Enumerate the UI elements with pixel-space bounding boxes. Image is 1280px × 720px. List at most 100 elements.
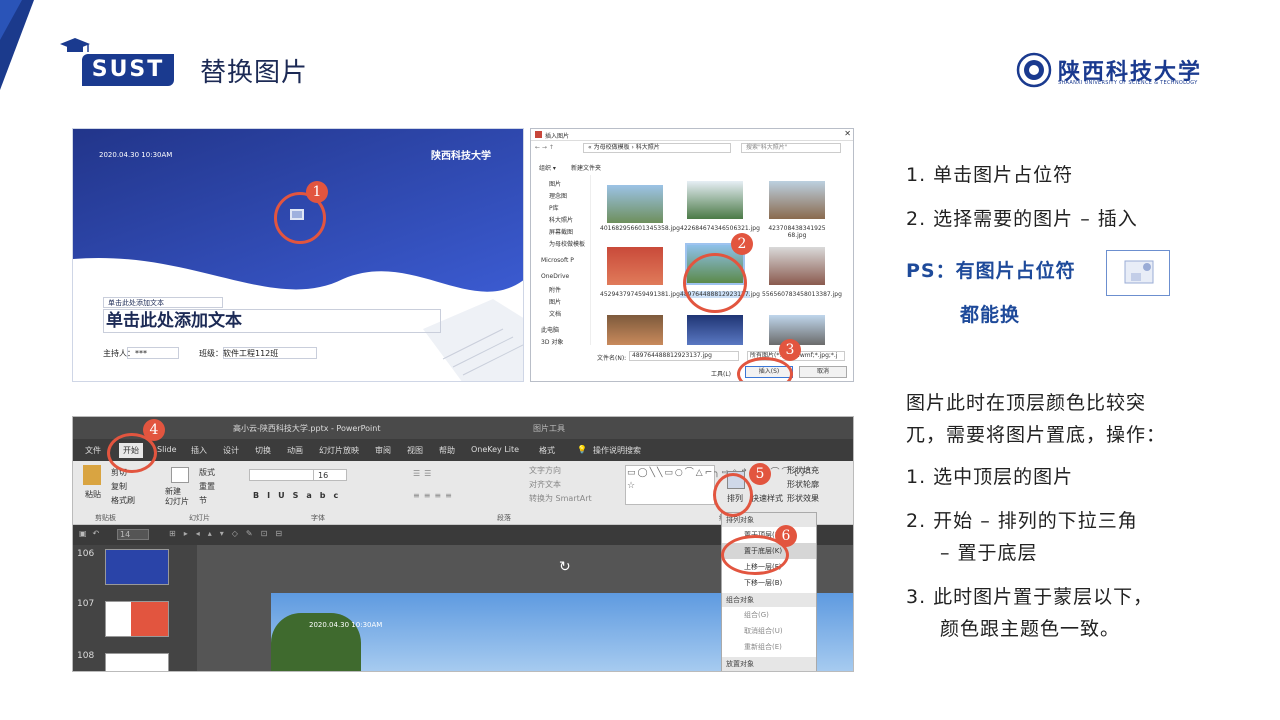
sidebar-item[interactable]: P库 <box>549 203 559 212</box>
menu-item-ungroup[interactable]: 取消组合(U) <box>722 623 816 639</box>
page-title: 替换图片 <box>200 58 309 88</box>
tools-button[interactable]: 工具(L) <box>711 369 731 378</box>
quick-styles-button[interactable]: 快速样式 <box>751 493 783 504</box>
filename-input[interactable]: 489764488812923137.jpg <box>629 351 739 361</box>
image-thumbnail[interactable] <box>769 181 825 219</box>
slide-thumbnail[interactable] <box>105 653 169 671</box>
corner-decoration-light <box>0 0 22 40</box>
toolbar-icons[interactable]: ⊞▸◂▴▾◇✎⊡⊟ <box>169 529 290 538</box>
tab-format[interactable]: 格式 <box>539 445 555 456</box>
slide-thumbnail-pane: 106 107 108 <box>73 545 197 671</box>
image-thumbnail[interactable] <box>607 247 663 285</box>
format-painter-button[interactable]: 格式刷 <box>111 495 135 506</box>
group-label: 剪贴板 <box>95 514 116 522</box>
sidebar-item[interactable]: 科大照片 <box>549 215 573 224</box>
shape-fill-button[interactable]: 形状填充 <box>787 465 819 476</box>
tab-slideshow[interactable]: 幻灯片放映 <box>319 445 359 456</box>
zoom-select[interactable]: 14 <box>117 529 149 540</box>
sidebar-item[interactable]: 附件 <box>549 285 561 294</box>
dialog-sidebar: 图片 理念图 P库 科大照片 屏幕截图 为母校做模板 Microsoft P O… <box>531 175 591 346</box>
instruction-step: 3. 此时图片置于蒙层以下， <box>906 586 1154 608</box>
font-size-select[interactable]: 16 <box>313 469 347 481</box>
tab-slide[interactable]: Slide <box>157 445 177 454</box>
university-logo: 陕西科技大学 SHAANXI UNIVERSITY OF SCIENCE & T… <box>1016 52 1200 92</box>
tab-view[interactable]: 视图 <box>407 445 423 456</box>
class-label: 班级：软件工程112班 <box>199 349 279 358</box>
menu-item-send-backward[interactable]: 下移一层(B) <box>722 575 816 591</box>
sidebar-item[interactable]: 理念图 <box>549 191 567 200</box>
paragraph-line: 兀，需要将图片置底，操作： <box>906 424 1167 446</box>
shape-effects-button[interactable]: 形状效果 <box>787 493 819 504</box>
host-label: 主持人：*** <box>103 349 147 358</box>
search-input[interactable]: 搜索"科大照片" <box>741 143 841 153</box>
tab-design[interactable]: 设计 <box>223 445 239 456</box>
align-text-button[interactable]: 对齐文本 <box>529 479 561 490</box>
file-name: 452943797459491381.jpg <box>600 291 680 298</box>
image-thumbnail[interactable] <box>769 247 825 285</box>
copy-button[interactable]: 复制 <box>111 481 127 492</box>
image-thumbnail[interactable] <box>769 315 825 345</box>
new-folder-button[interactable]: 新建文件夹 <box>571 163 601 172</box>
new-slide-icon[interactable] <box>171 467 189 483</box>
nav-arrows-icon[interactable]: ← → ↑ <box>535 144 554 151</box>
title-placeholder[interactable]: 单击此处添加文本 <box>103 309 441 333</box>
menu-item-regroup[interactable]: 重新组合(E) <box>722 639 816 655</box>
sidebar-item[interactable]: 图片 <box>549 297 561 306</box>
sidebar-item[interactable]: 为母校做模板 <box>549 239 585 248</box>
sidebar-item[interactable]: 3D 对象 <box>541 337 563 346</box>
tell-me-search[interactable]: 操作说明搜索 <box>593 445 641 456</box>
sidebar-item[interactable]: Microsoft P <box>541 257 574 264</box>
sidebar-item[interactable]: OneDrive <box>541 273 569 280</box>
tab-file[interactable]: 文件 <box>85 445 101 456</box>
subtitle-placeholder[interactable]: 单击此处添加文本 <box>103 297 223 308</box>
ppt-title: 高小云-陕西科技大学.pptx - PowerPoint <box>233 424 381 433</box>
slide-logo-text: 陕西科技大学 <box>431 151 491 162</box>
paste-button[interactable]: 粘贴 <box>85 489 101 500</box>
shapes-gallery[interactable]: ▭◯╲╲▭○⌒△⌐╮⇨◇↱⬠⌒⌒⌒{}☆ <box>625 465 806 505</box>
close-icon[interactable]: ✕ <box>844 129 851 138</box>
breadcrumb[interactable]: « 为母校做模板 › 科大照片 <box>583 143 731 153</box>
new-slide-button[interactable]: 新建 幻灯片 <box>165 487 189 507</box>
save-undo-icon[interactable]: ▣↶ <box>79 529 105 538</box>
instruction-step-cont: 颜色跟主题色一致。 <box>940 618 1121 640</box>
shape-outline-button[interactable]: 形状轮廓 <box>787 479 819 490</box>
filename-label: 文件名(N): <box>597 355 627 362</box>
dialog-title: 插入图片 <box>545 133 570 140</box>
smartart-button[interactable]: 转换为 SmartArt <box>529 493 592 504</box>
ps-note-cont: 都能换 <box>960 304 1021 326</box>
organize-button[interactable]: 组织 ▾ <box>539 163 556 172</box>
sidebar-item[interactable]: 屏幕截图 <box>549 227 573 236</box>
lightbulb-icon: 💡 <box>577 445 587 454</box>
paste-icon[interactable] <box>83 465 101 485</box>
slide-template-screenshot: 2020.04.30 10:30AM 陕西科技大学 单击此处添加文本 单击此处添… <box>72 128 524 382</box>
font-style-buttons[interactable]: BIUSabc <box>253 491 346 500</box>
reset-button[interactable]: 重置 <box>199 481 215 492</box>
tab-help[interactable]: 帮助 <box>439 445 455 456</box>
tab-insert[interactable]: 插入 <box>191 445 207 456</box>
slide-thumbnail[interactable] <box>105 549 169 585</box>
image-thumbnail[interactable] <box>607 185 663 223</box>
section-button[interactable]: 节 <box>199 495 207 506</box>
slide-thumbnail[interactable] <box>105 601 169 637</box>
text-direction-button[interactable]: 文字方向 <box>529 465 561 476</box>
align-icon[interactable]: ≡≡≡≡ <box>413 491 456 500</box>
menu-item-group[interactable]: 组合(G) <box>722 607 816 623</box>
cancel-button[interactable]: 取消 <box>799 366 847 378</box>
tab-review[interactable]: 审阅 <box>375 445 391 456</box>
sidebar-item[interactable]: 文档 <box>549 309 561 318</box>
tab-onekey[interactable]: OneKey Lite <box>471 445 519 454</box>
file-name: 422684674346506321.jpg <box>680 225 760 232</box>
image-thumbnail[interactable] <box>607 315 663 345</box>
tab-animations[interactable]: 动画 <box>287 445 303 456</box>
sidebar-item[interactable]: 此电脑 <box>541 325 559 334</box>
rotate-handle-icon[interactable]: ↻ <box>559 559 571 575</box>
graduation-cap-icon <box>60 38 90 52</box>
tab-transitions[interactable]: 切换 <box>255 445 271 456</box>
list-icon[interactable]: ☰☰ <box>413 469 435 478</box>
layout-button[interactable]: 版式 <box>199 467 215 478</box>
image-thumbnail[interactable] <box>687 315 743 345</box>
sidebar-item[interactable]: 图片 <box>549 179 561 188</box>
image-thumbnail[interactable] <box>687 181 743 219</box>
paragraph-line: 图片此时在顶层颜色比较突 <box>906 392 1147 414</box>
ribbon-tabs: 文件 开始 Slide 插入 设计 切换 动画 幻灯片放映 审阅 视图 帮助 O… <box>73 439 853 461</box>
